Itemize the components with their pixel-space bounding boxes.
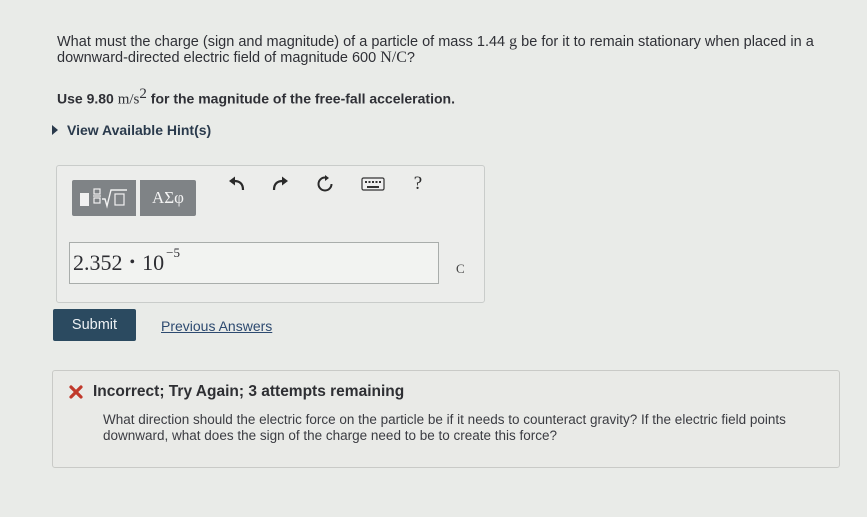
greek-symbols-button[interactable]: ΑΣφ <box>140 180 196 216</box>
multiply-dot: • <box>129 254 136 271</box>
question-text: What must the charge (sign and magnitude… <box>57 33 857 67</box>
undo-icon <box>229 176 245 191</box>
templates-sqrt-icon <box>80 188 127 209</box>
submit-button[interactable]: Submit <box>53 309 136 341</box>
use-prefix: Use 9.80 <box>57 90 118 107</box>
question-part-1: What must the charge (sign and magnitude… <box>57 34 510 50</box>
undo-button[interactable] <box>225 166 249 202</box>
feedback-status: Incorrect; Try Again; 3 attempts remaini… <box>93 383 405 400</box>
answer-exponent: −5 <box>166 245 180 260</box>
x-icon <box>69 385 83 399</box>
reset-button[interactable] <box>313 166 337 202</box>
question-end: ? <box>406 50 415 66</box>
feedback-title: Incorrect; Try Again; 3 attempts remaini… <box>69 383 404 401</box>
feedback-hint-text: What direction should the electric force… <box>103 412 786 443</box>
use-suffix: for the magnitude of the free-fall accel… <box>146 90 455 107</box>
redo-button[interactable] <box>268 166 292 202</box>
redo-icon <box>272 176 288 191</box>
math-toolbar: ΑΣφ <box>72 180 196 216</box>
help-button[interactable]: ? <box>408 166 428 202</box>
hint-label: View Available Hint(s) <box>67 122 212 138</box>
field-unit: N/C <box>380 49 407 66</box>
accel-unit: m/s <box>117 91 140 108</box>
reset-icon <box>317 175 333 192</box>
answer-mantissa: 2.352 <box>73 250 123 275</box>
caret-right-icon <box>52 125 58 135</box>
keyboard-icon <box>361 177 385 191</box>
view-hints-toggle[interactable]: View Available Hint(s) <box>52 122 211 138</box>
keyboard-button[interactable] <box>359 166 387 202</box>
mass-unit: g <box>509 33 518 50</box>
answer-input[interactable]: 2.352 • 10 −5 <box>69 242 439 284</box>
templates-button[interactable] <box>72 180 136 216</box>
answer-panel: ΑΣφ ? 2.352 • 10 −5 C <box>56 165 485 303</box>
problem-page: What must the charge (sign and magnitude… <box>0 0 867 517</box>
accel-unit-exp: 2 <box>139 86 147 102</box>
gravity-instruction: Use 9.80 m/s2 for the magnitude of the f… <box>57 86 455 109</box>
answer-unit: C <box>456 261 465 276</box>
feedback-panel: Incorrect; Try Again; 3 attempts remaini… <box>52 370 840 468</box>
previous-answers-link[interactable]: Previous Answers <box>161 318 272 334</box>
answer-base: 10 <box>142 250 165 275</box>
